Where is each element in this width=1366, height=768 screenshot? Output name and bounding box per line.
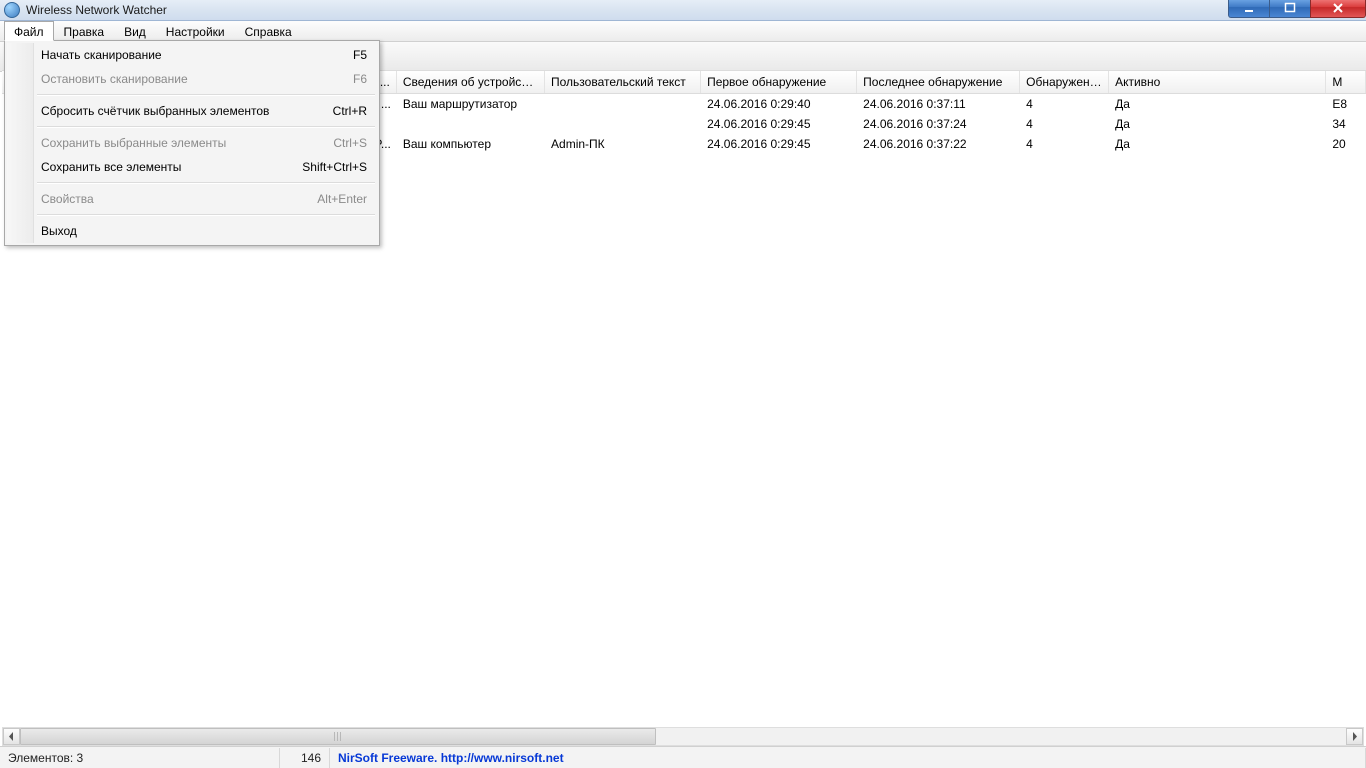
cell-trailing: 34 <box>1326 114 1366 134</box>
menubar: Файл Правка Вид Настройки Справка <box>0 21 1366 42</box>
menu-help[interactable]: Справка <box>235 21 302 41</box>
menu-start-scan[interactable]: Начать сканирование F5 <box>7 43 377 67</box>
menu-separator <box>37 214 375 216</box>
menu-view[interactable]: Вид <box>114 21 156 41</box>
maximize-button[interactable] <box>1269 0 1311 18</box>
menu-edit[interactable]: Правка <box>54 21 115 41</box>
cell-detections: 4 <box>1020 94 1109 114</box>
status-freeware-link[interactable]: NirSoft Freeware. http://www.nirsoft.net <box>330 748 1366 768</box>
cell-last-seen: 24.06.2016 0:37:22 <box>857 134 1020 154</box>
menu-item-accel: F5 <box>353 48 367 62</box>
menu-item-label: Сохранить выбранные элементы <box>41 136 333 150</box>
scroll-track[interactable] <box>20 728 1346 745</box>
cell-user-text: Admin-ПК <box>545 134 701 154</box>
menu-stop-scan[interactable]: Остановить сканирование F6 <box>7 67 377 91</box>
cell-trailing: 20 <box>1326 134 1366 154</box>
menu-options[interactable]: Настройки <box>156 21 235 41</box>
menu-save-all[interactable]: Сохранить все элементы Shift+Ctrl+S <box>7 155 377 179</box>
cell-active: Да <box>1109 134 1326 154</box>
menu-item-accel: Ctrl+S <box>333 136 367 150</box>
menu-save-selected[interactable]: Сохранить выбранные элементы Ctrl+S <box>7 131 377 155</box>
cell-detections: 4 <box>1020 134 1109 154</box>
minimize-button[interactable] <box>1228 0 1270 18</box>
cell-active: Да <box>1109 114 1326 134</box>
statusbar: Элементов: 3 146 NirSoft Freeware. http:… <box>0 746 1366 768</box>
column-device-info[interactable]: Сведения об устройстве <box>397 71 545 93</box>
window-title: Wireless Network Watcher <box>26 3 167 17</box>
file-menu-dropdown: Начать сканирование F5 Остановить сканир… <box>4 40 380 246</box>
column-detections[interactable]: Обнаружений <box>1020 71 1109 93</box>
scroll-left-button[interactable] <box>3 728 20 745</box>
cell-first-seen: 24.06.2016 0:29:45 <box>701 134 857 154</box>
status-element-count: Элементов: 3 <box>0 748 280 768</box>
horizontal-scrollbar[interactable] <box>2 727 1364 746</box>
column-last-seen[interactable]: Последнее обнаружение <box>857 71 1020 93</box>
app-icon <box>4 2 20 18</box>
column-trailing-partial[interactable]: M <box>1326 71 1366 93</box>
menu-separator <box>37 182 375 184</box>
menu-item-accel: Ctrl+R <box>333 104 367 118</box>
scroll-thumb[interactable] <box>20 728 656 745</box>
column-first-seen[interactable]: Первое обнаружение <box>701 71 857 93</box>
scroll-right-button[interactable] <box>1346 728 1363 745</box>
cell-detections: 4 <box>1020 114 1109 134</box>
menu-separator <box>37 94 375 96</box>
cell-device-info: Ваш компьютер <box>397 134 545 154</box>
window-controls <box>1229 0 1366 19</box>
window-titlebar: Wireless Network Watcher <box>0 0 1366 21</box>
cell-trailing: E8 <box>1326 94 1366 114</box>
menu-item-accel: F6 <box>353 72 367 86</box>
menu-properties[interactable]: Свойства Alt+Enter <box>7 187 377 211</box>
cell-first-seen: 24.06.2016 0:29:45 <box>701 114 857 134</box>
column-active[interactable]: Активно <box>1109 71 1326 93</box>
menu-item-accel: Alt+Enter <box>317 192 367 206</box>
cell-active: Да <box>1109 94 1326 114</box>
menu-reset-counter[interactable]: Сбросить счётчик выбранных элементов Ctr… <box>7 99 377 123</box>
menu-item-label: Сохранить все элементы <box>41 160 302 174</box>
menu-item-label: Начать сканирование <box>41 48 353 62</box>
status-freeware-text: NirSoft Freeware. http://www.nirsoft.net <box>338 751 564 765</box>
column-user-text[interactable]: Пользовательский текст <box>545 71 701 93</box>
menu-separator <box>37 126 375 128</box>
menu-item-accel: Shift+Ctrl+S <box>302 160 367 174</box>
menu-file[interactable]: Файл <box>4 21 54 41</box>
status-number: 146 <box>280 748 330 768</box>
menu-item-label: Свойства <box>41 192 317 206</box>
menu-item-label: Остановить сканирование <box>41 72 353 86</box>
cell-device-info: Ваш маршрутизатор <box>397 94 545 114</box>
cell-last-seen: 24.06.2016 0:37:11 <box>857 94 1020 114</box>
cell-first-seen: 24.06.2016 0:29:40 <box>701 94 857 114</box>
menu-item-label: Выход <box>41 224 367 238</box>
menu-exit[interactable]: Выход <box>7 219 377 243</box>
cell-last-seen: 24.06.2016 0:37:24 <box>857 114 1020 134</box>
menu-item-label: Сбросить счётчик выбранных элементов <box>41 104 333 118</box>
close-button[interactable] <box>1310 0 1366 18</box>
